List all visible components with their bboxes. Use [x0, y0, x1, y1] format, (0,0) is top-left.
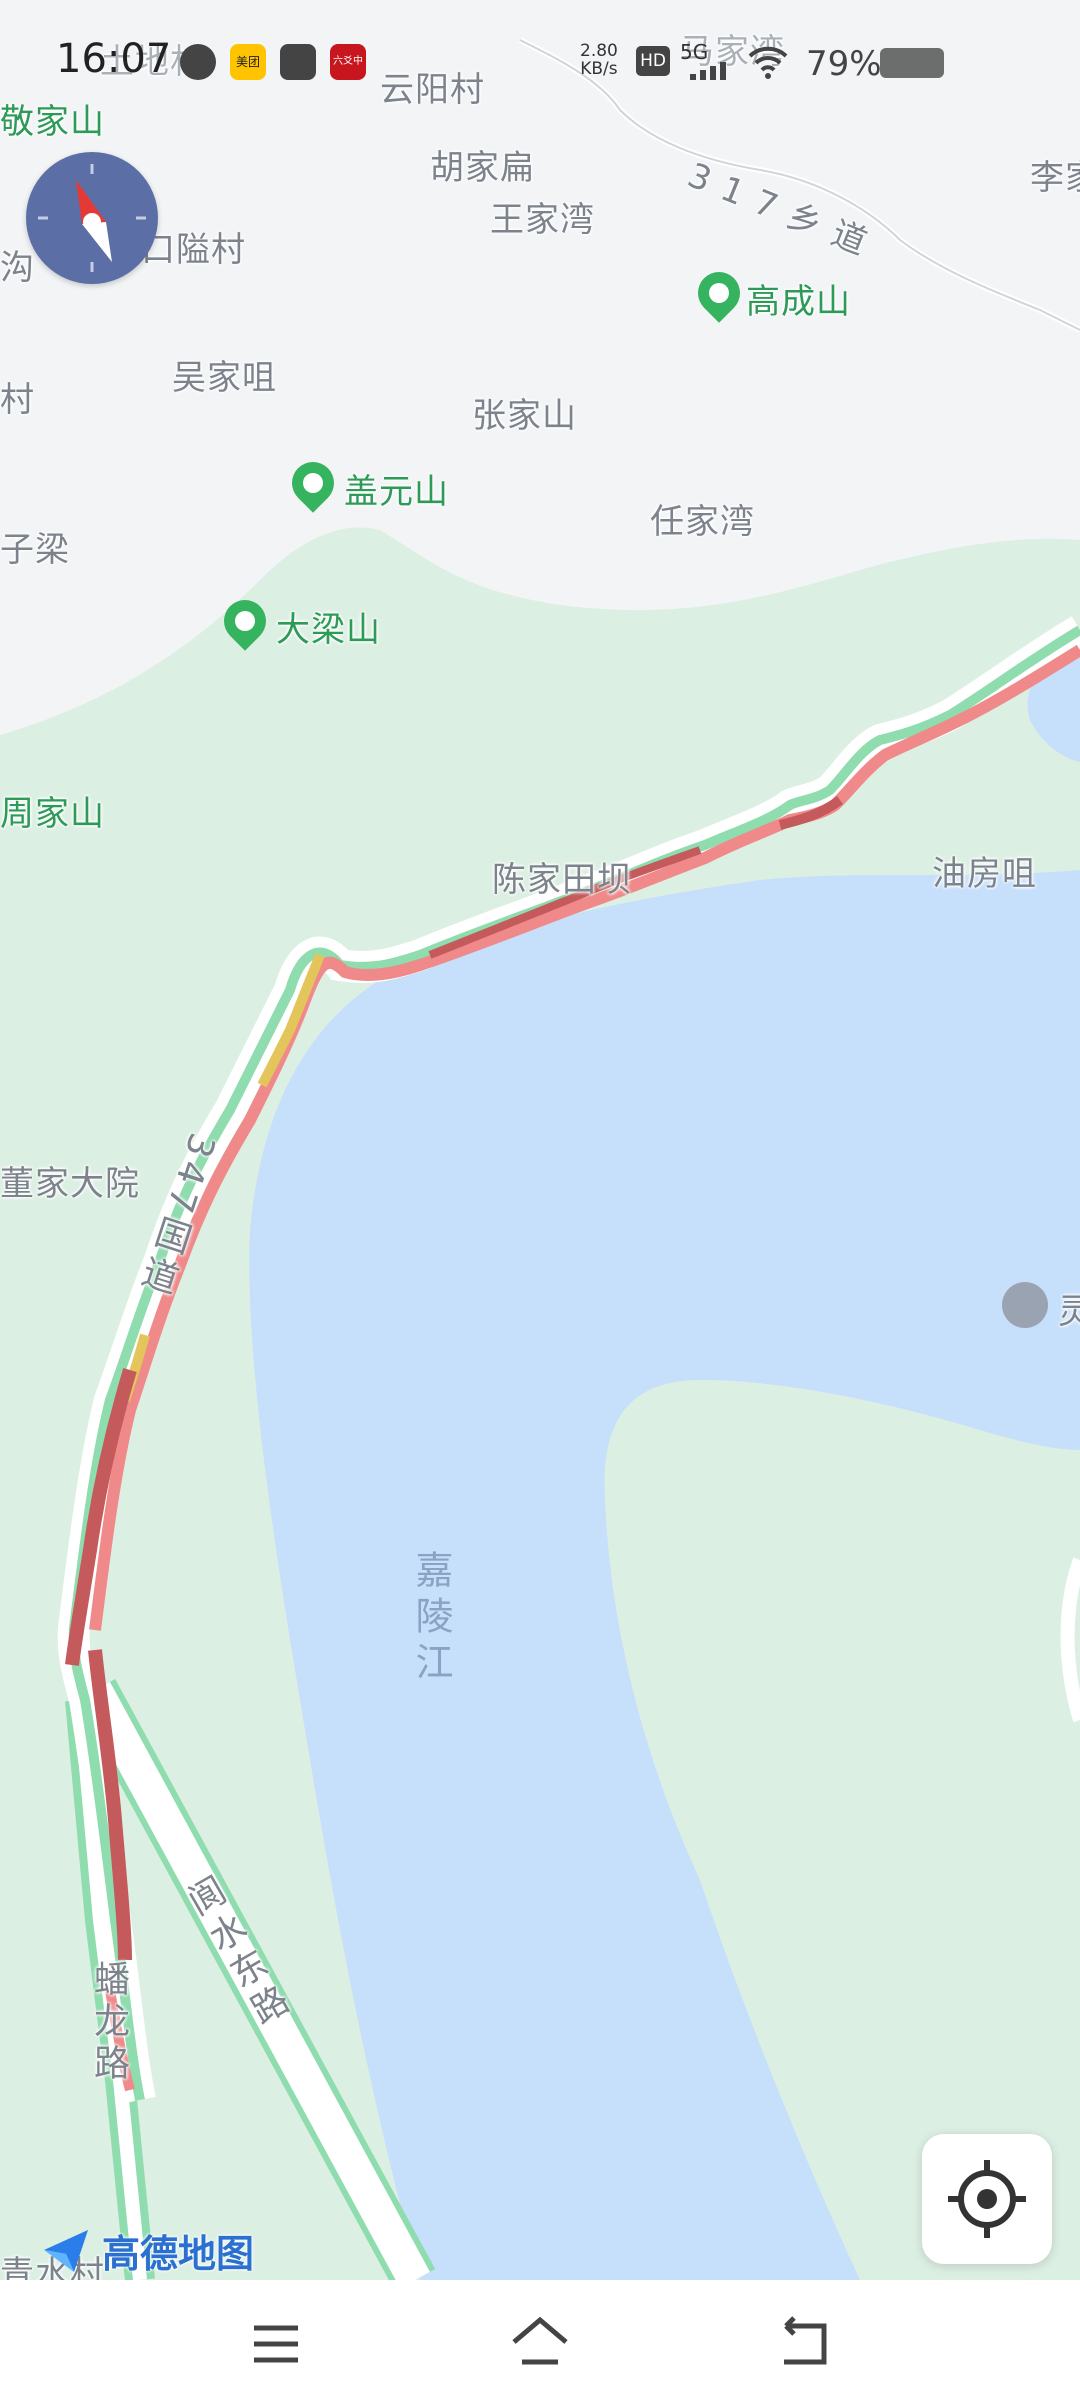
video-icon: [180, 44, 216, 80]
place-label: 张家山: [472, 396, 577, 436]
clock: 16:07: [56, 36, 172, 82]
map-canvas[interactable]: [0, 0, 1080, 2280]
locate-button[interactable]: [922, 2134, 1052, 2264]
peak-label[interactable]: 大梁山: [276, 602, 381, 651]
battery-percent: 79%: [806, 44, 882, 84]
menu-button[interactable]: [244, 2312, 308, 2376]
place-label: 子梁: [0, 530, 70, 570]
news-icon: 六爻中: [330, 44, 366, 80]
peak-label[interactable]: 高成山: [746, 274, 851, 323]
river-label: 嘉陵江: [409, 1550, 453, 1688]
place-label: 李家: [1030, 158, 1080, 198]
net-speed-value: 2.80: [580, 41, 618, 61]
place-label: 灵: [1058, 1292, 1080, 1332]
net-speed-unit: KB/s: [580, 59, 618, 79]
place-label: 王家湾: [490, 200, 595, 240]
peak-label[interactable]: 盖元山: [344, 464, 449, 513]
place-label: 任家湾: [650, 502, 755, 542]
hd-badge: HD: [636, 46, 670, 76]
place-label: 吴家咀: [172, 358, 277, 398]
home-button[interactable]: [508, 2312, 572, 2376]
mail-icon: [280, 44, 316, 80]
brand-logo: 高德地图: [40, 2222, 254, 2278]
home-icon: [512, 2316, 568, 2365]
place-label: 董家大院: [0, 1164, 140, 1204]
system-nav-bar: [0, 2280, 1080, 2408]
place-label: 油房咀: [932, 854, 1037, 894]
place-label: 周家山: [0, 794, 105, 834]
locate-icon: [948, 2160, 1026, 2238]
back-button[interactable]: [772, 2312, 836, 2376]
poi-icon[interactable]: [1002, 1282, 1048, 1328]
meituan-icon: 美团: [230, 44, 266, 80]
amap-logo-icon: [44, 2230, 88, 2272]
signal-icon: [690, 60, 730, 80]
menu-icon: [254, 2325, 298, 2363]
place-label: 陈家田坝: [492, 860, 632, 900]
place-label: 村: [0, 380, 35, 420]
road-label: 蟠龙路: [88, 1960, 129, 2086]
wifi-icon: [748, 44, 788, 80]
map-view[interactable]: 云阳村 土地村 马家湾 敬家山 胡家扁 王家湾 李家 瓦口隘村 沟 吴家咀 村 …: [0, 0, 1080, 2280]
back-icon: [784, 2316, 827, 2365]
status-bar: 16:07 美团 六爻中 2.80 KB/s HD 5G 79%: [0, 0, 1080, 120]
compass-icon: [38, 164, 146, 272]
place-label: 胡家扁: [430, 148, 535, 188]
net-speed: 2.80 KB/s: [580, 42, 618, 78]
brand-name: 高德地图: [102, 2231, 255, 2276]
compass-button[interactable]: [26, 152, 158, 284]
battery-icon: [880, 48, 944, 78]
